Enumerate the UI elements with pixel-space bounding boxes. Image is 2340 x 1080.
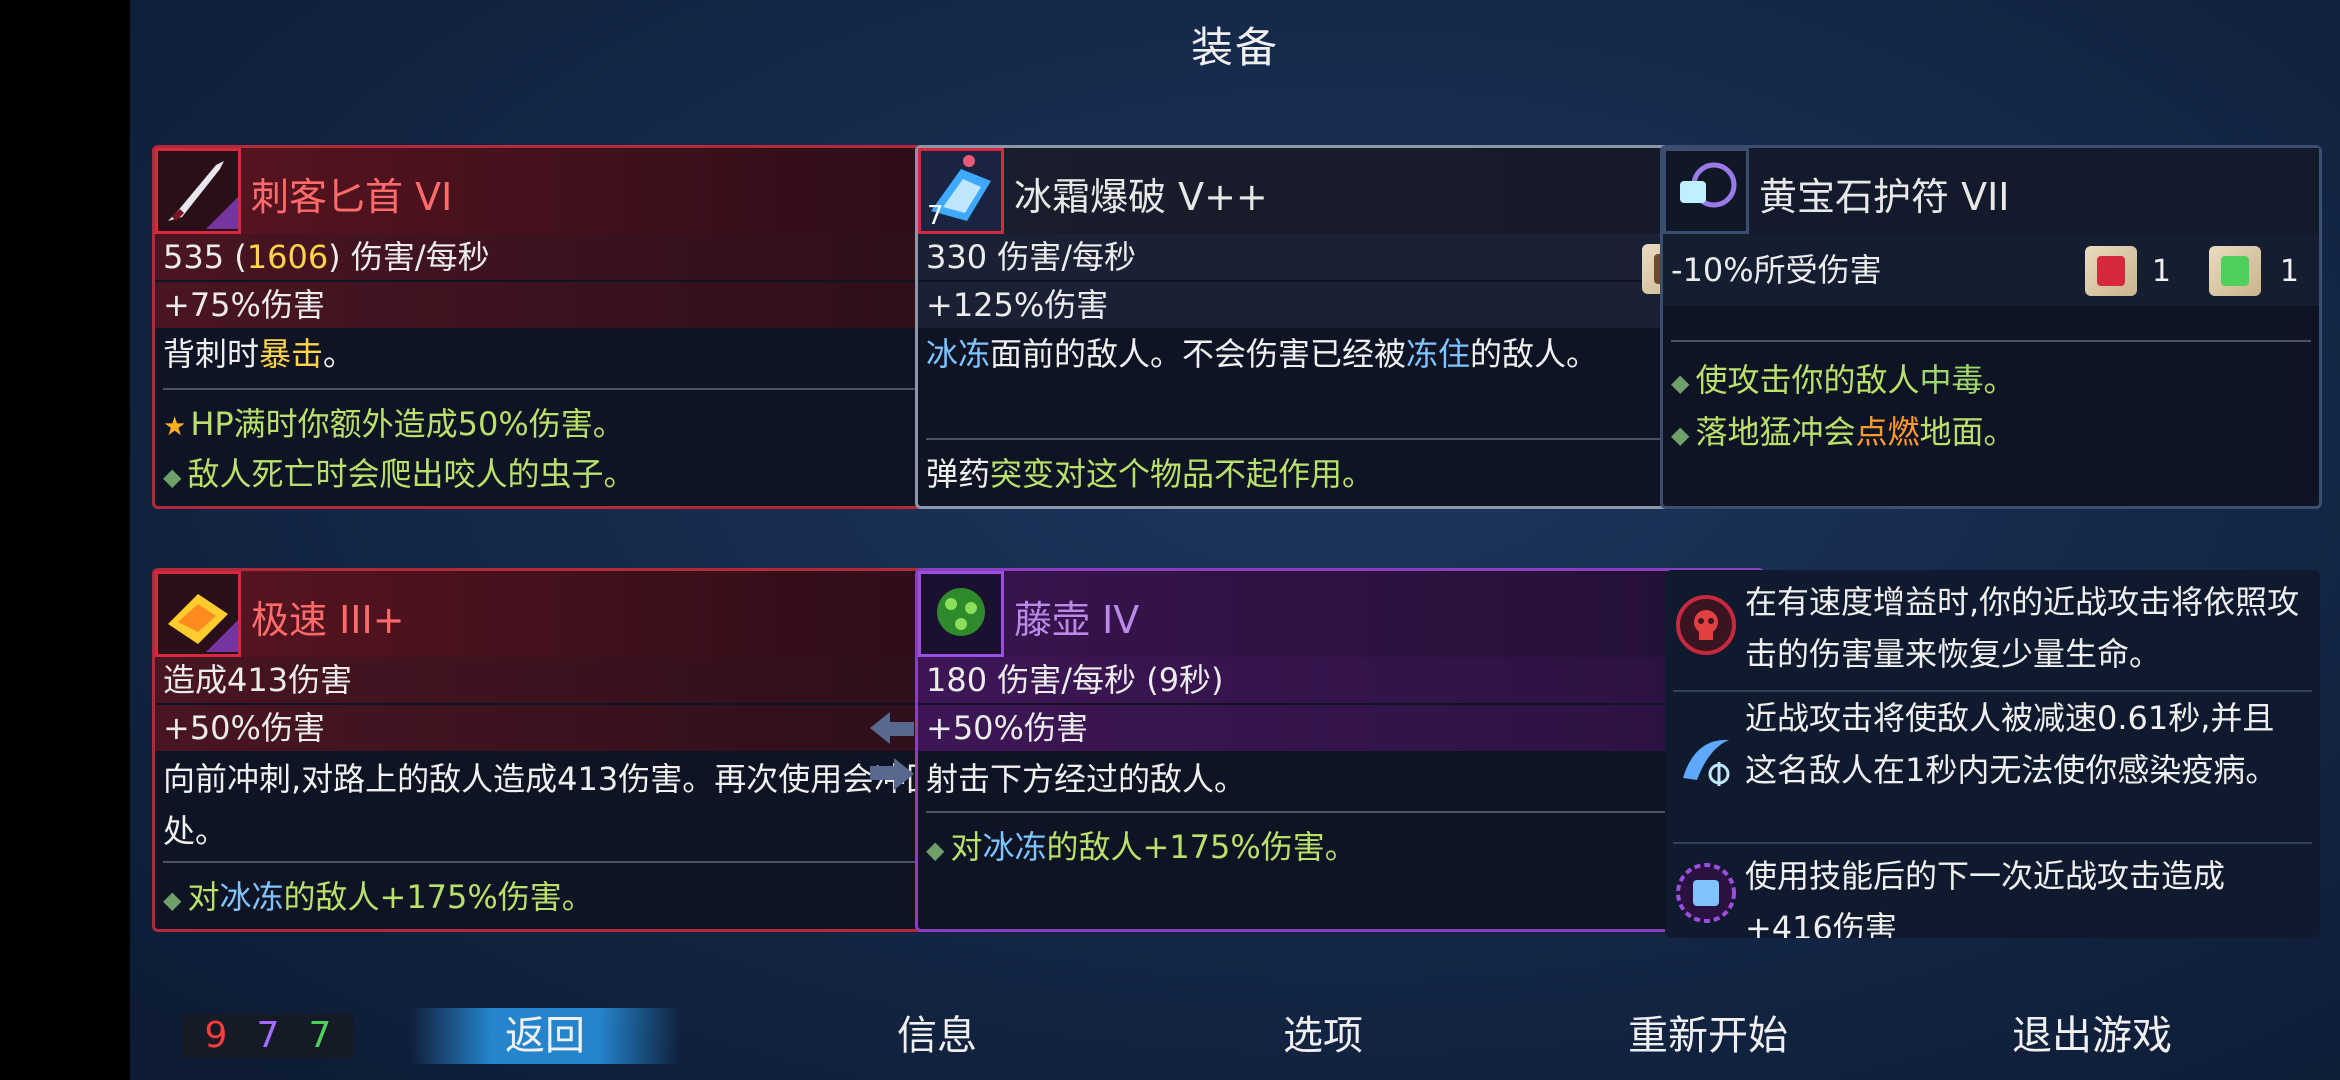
weapon-level-badge: 7 xyxy=(927,201,944,231)
weapon-name: 冰霜爆破 V++ xyxy=(1014,175,1268,219)
diamond-icon: ◆ xyxy=(1671,369,1690,397)
weapon-description: 背刺时暴击。 xyxy=(163,335,356,373)
skill-damage: 180 伤害/每秒 (9秒) xyxy=(918,657,1762,703)
stat-points: 9 7 7 xyxy=(182,1014,354,1058)
amulet-name: 黄宝石护符 VII xyxy=(1759,175,2010,219)
back-button[interactable]: 返回 xyxy=(410,1008,680,1064)
inventory-screen: 装备 刺客匕首 VI 535 (1606) 伤害/每秒 +75%伤害 背刺时暴击… xyxy=(130,0,2340,1080)
skill-card-barnacle[interactable]: 藤壶 IV 10 180 伤害/每秒 (9秒) +50%伤害 射击下方经过的敌人… xyxy=(915,568,1765,932)
divider xyxy=(926,811,1754,813)
mutation-text: 在有速度增益时,你的近战攻击将依照攻击的伤害量来恢复少量生命。 xyxy=(1745,583,2300,673)
screen-title: 装备 xyxy=(1190,23,1279,72)
mutation-text: 近战攻击将使敌人被减速0.61秒,并且这名敌人在1秒内无法使你感染疫病。 xyxy=(1745,699,2278,789)
dagger-icon xyxy=(155,148,241,234)
divider xyxy=(163,388,989,390)
weapon-affix: ◆ 敌人死亡时会爬出咬人的虫子。 xyxy=(163,455,636,493)
weapon-name: 刺客匕首 VI xyxy=(251,175,453,219)
frost-scythe-icon xyxy=(1683,739,1730,786)
diamond-icon: ◆ xyxy=(1671,421,1690,449)
barnacle-skill-icon xyxy=(918,571,1004,657)
amulet-card-topaz[interactable]: 黄宝石护符 VII -10%所受伤害 1 1 ◆ 使攻击你的敌人中毒。 ◆ 落地猛冲… xyxy=(1660,145,2322,509)
weapon-damage-bonus: +75%伤害 xyxy=(155,282,997,328)
mutation-text: 使用技能后的下一次近战攻击造成+416伤害 xyxy=(1745,857,2226,938)
weapon-card-assassin-dagger[interactable]: 刺客匕首 VI 535 (1606) 伤害/每秒 +75%伤害 背刺时暴击。 ★… xyxy=(152,145,1000,509)
skill-description: 射击下方经过的敌人。 xyxy=(926,760,1247,798)
skill-damage-bonus: +50%伤害 xyxy=(918,705,1762,751)
swap-skills-icon[interactable] xyxy=(870,708,916,794)
scroll-count: 1 xyxy=(2151,254,2171,289)
weapon-footer: 弹药突变对这个物品不起作用。 xyxy=(926,455,1375,493)
bottom-menu-bar: 9 7 7 返回 信息 选项 重新开始 退出游戏 xyxy=(130,988,2340,1080)
mutation-item[interactable]: 在有速度增益时,你的近战攻击将依照攻击的伤害量来恢复少量生命。 xyxy=(1665,570,2320,688)
mutation-item[interactable]: 使用技能后的下一次近战攻击造成+416伤害 xyxy=(1665,844,2320,938)
scroll-rune-icon xyxy=(1676,863,1736,923)
scroll-count: 1 xyxy=(2279,254,2299,289)
diamond-icon: ◆ xyxy=(163,886,182,914)
skull-heal-icon xyxy=(1676,595,1736,655)
star-icon: ★ xyxy=(163,412,187,442)
skill-damage: 造成413伤害 xyxy=(155,657,997,703)
mutation-item[interactable]: 近战攻击将使敌人被减速0.61秒,并且这名敌人在1秒内无法使你感染疫病。 xyxy=(1665,692,2320,838)
skill-affix: ◆ 对冰冻的敌人+175%伤害。 xyxy=(926,828,1357,866)
survival-scroll-icon xyxy=(2209,246,2261,296)
skill-name: 藤壶 IV xyxy=(1014,598,1140,642)
weapon-description: 冰冻面前的敌人。不会伤害已经被冻住的敌人。 xyxy=(926,335,1599,373)
tactics-points: 7 xyxy=(256,1015,280,1056)
skill-name: 极速 III+ xyxy=(251,598,405,642)
brutality-scroll-icon xyxy=(2085,246,2137,296)
amulet-icon xyxy=(1663,148,1749,234)
skill-affix: ◆ 对冰冻的敌人+175%伤害。 xyxy=(163,878,594,916)
speed-skill-icon xyxy=(155,571,241,657)
weapon-dps: 535 (1606) 伤害/每秒 xyxy=(155,234,997,280)
quit-game-button[interactable]: 退出游戏 xyxy=(1962,1008,2222,1064)
weapon-card-frost-blast[interactable]: 7 冰霜爆破 V++ 330 伤害/每秒 +125%伤害 1 冰冻面前的敌人。不… xyxy=(915,145,1765,509)
amulet-affix: ◆ 落地猛冲会点燃地面。 xyxy=(1671,413,2016,451)
frost-blast-icon: 7 xyxy=(918,148,1004,234)
options-button[interactable]: 选项 xyxy=(1193,1008,1453,1064)
survival-points: 7 xyxy=(308,1015,332,1056)
skill-description: 向前冲刺,对路上的敌人造成413伤害。再次使用会冲回原处。 xyxy=(163,760,971,850)
diamond-icon: ◆ xyxy=(163,463,182,491)
mutations-panel[interactable]: 在有速度增益时,你的近战攻击将依照攻击的伤害量来恢复少量生命。 近战攻击将使敌人… xyxy=(1665,570,2320,938)
divider xyxy=(163,861,989,863)
info-button[interactable]: 信息 xyxy=(807,1008,1067,1064)
amulet-affix: ◆ 使攻击你的敌人中毒。 xyxy=(1671,361,2016,399)
brutality-points: 9 xyxy=(204,1015,228,1056)
weapon-dps: 330 伤害/每秒 xyxy=(918,234,1762,280)
diamond-icon: ◆ xyxy=(926,836,945,864)
divider xyxy=(926,438,1754,440)
restart-button[interactable]: 重新开始 xyxy=(1578,1008,1838,1064)
weapon-damage-bonus: +125%伤害 xyxy=(918,282,1762,328)
weapon-affix: ★ HP满时你额外造成50%伤害。 xyxy=(163,405,625,443)
divider xyxy=(1671,340,2311,342)
